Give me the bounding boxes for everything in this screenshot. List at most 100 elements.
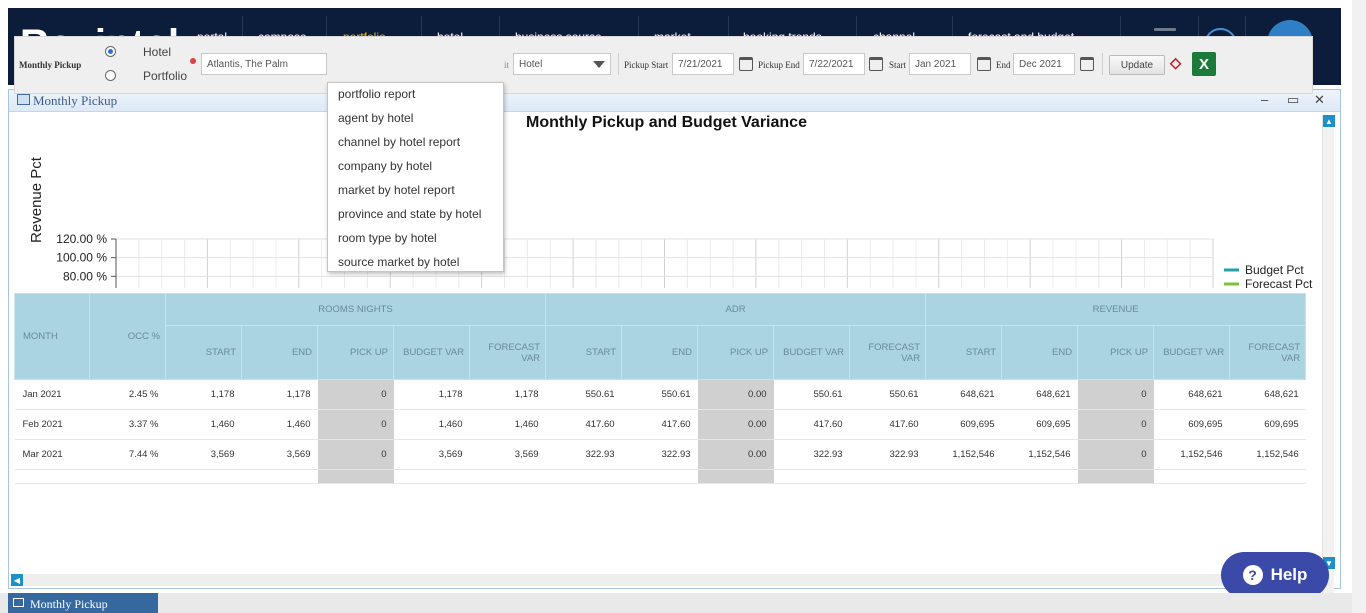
vertical-scrollbar[interactable]: ▲ ▼	[1322, 115, 1335, 593]
group-header: REVENUE	[925, 293, 1307, 326]
table-cell: 550.61	[621, 379, 698, 410]
table-cell: 322.93	[621, 439, 698, 470]
table-cell	[849, 469, 926, 484]
table-cell	[773, 469, 850, 484]
table-cell: 550.61	[545, 379, 622, 410]
table-cell	[697, 469, 774, 484]
column-header: PICK UP	[1077, 325, 1155, 380]
legend-label[interactable]: Forecast Pct	[1245, 277, 1313, 288]
table-cell: 1,152,546	[1229, 439, 1306, 470]
table-cell: 648,621	[925, 379, 1002, 410]
table-cell: 550.61	[773, 379, 850, 410]
table-cell: 648,621	[1229, 379, 1306, 410]
pickup-end-field[interactable]: 7/22/2021	[803, 53, 865, 75]
table-cell: 322.93	[849, 439, 926, 470]
scroll-left-icon[interactable]: ◀	[11, 574, 23, 586]
column-header: END	[241, 325, 318, 380]
menu-item-company-by-hotel[interactable]: company by hotel	[338, 159, 432, 173]
table-cell: 3,569	[393, 439, 470, 470]
menu-item-portfolio-report[interactable]: portfolio report	[338, 87, 415, 101]
menu-item-market-by-hotel-report[interactable]: market by hotel report	[338, 183, 455, 197]
page-scrollbar[interactable]	[1352, 0, 1366, 613]
column-header: END	[1001, 325, 1079, 380]
pdf-export-icon[interactable]: ⬦	[1170, 55, 1188, 75]
chart-title: Monthly Pickup and Budget Variance	[526, 114, 807, 131]
table-row[interactable]: Mar 2021 7.44 % 3,569 3,569 0 3,569 3,569 322.9…	[14, 439, 1306, 470]
taskbar: Monthly Pickup	[0, 593, 1366, 613]
report-label: Monthly Pickup	[19, 60, 82, 70]
y-tick-label: 80.00 %	[63, 269, 107, 283]
start-field[interactable]: Jan 2021	[909, 53, 971, 75]
column-header: START	[925, 325, 1003, 380]
table-cell: 322.93	[773, 439, 850, 470]
table-cell	[393, 469, 470, 484]
table-cell: 648,621	[1001, 379, 1078, 410]
table-cell: 1,152,546	[1001, 439, 1078, 470]
table-cell	[165, 469, 242, 484]
help-button[interactable]: ? Help	[1221, 552, 1329, 598]
pickup-table: MONTH OCC % ROOMS NIGHTS ADR REVENUE START END…	[14, 293, 1307, 484]
menu-item-source-market-by-hotel[interactable]: source market by hotel	[338, 255, 459, 269]
minimize-button[interactable]: –	[1261, 92, 1268, 107]
update-button[interactable]: Update	[1109, 55, 1165, 75]
calendar-icon[interactable]	[869, 57, 883, 71]
column-header: START	[165, 325, 242, 380]
menu-item-agent-by-hotel[interactable]: agent by hotel	[338, 111, 413, 125]
table-cell: 417.60	[545, 409, 622, 440]
table-cell	[14, 469, 90, 484]
table-row[interactable]: Feb 2021 3.37 % 1,460 1,460 0 1,460 1,460 417.6…	[14, 409, 1306, 440]
group-header: ROOMS NIGHTS	[164, 293, 547, 326]
calendar-icon[interactable]	[1080, 57, 1094, 71]
column-header: START	[545, 325, 623, 380]
radio-portfolio[interactable]	[105, 70, 116, 81]
table-cell	[1229, 469, 1306, 484]
chevron-down-icon[interactable]	[593, 61, 605, 68]
scroll-up-icon[interactable]: ▲	[1323, 115, 1335, 127]
legend-label[interactable]: Budget Pct	[1245, 263, 1304, 277]
table-cell: 0	[317, 379, 394, 410]
table-cell	[1153, 469, 1230, 484]
excel-export-icon[interactable]: X	[1192, 52, 1216, 76]
calendar-icon[interactable]	[739, 57, 753, 71]
end-field[interactable]: Dec 2021	[1013, 53, 1075, 75]
table-cell	[241, 469, 318, 484]
table-cell: 3,569	[469, 439, 546, 470]
table-cell: 550.61	[849, 379, 926, 410]
close-button[interactable]: ✕	[1314, 92, 1325, 108]
column-header: PICK UP	[317, 325, 394, 380]
table-cell: 0	[1077, 439, 1154, 470]
unit-label: it	[504, 60, 510, 70]
radio-hotel[interactable]	[105, 46, 116, 57]
calendar-icon[interactable]	[977, 57, 991, 71]
menu-item-province-and-state-by-hotel[interactable]: province and state by hotel	[338, 207, 481, 221]
pickup-start-field[interactable]: 7/21/2021	[672, 53, 734, 75]
table-cell: 417.60	[621, 409, 698, 440]
table-cell	[1001, 469, 1078, 484]
hotel-select[interactable]: Atlantis, The Palm	[201, 53, 327, 75]
table-cell: 1,460	[241, 409, 318, 440]
table-cell: 2.45 %	[89, 379, 166, 410]
table-cell: 0	[1077, 409, 1154, 440]
pickup-end-label: Pickup End	[758, 60, 800, 70]
end-label: End	[996, 60, 1011, 70]
start-label: Start	[889, 60, 906, 70]
column-header-month: MONTH	[14, 293, 90, 380]
table-cell: 0.00	[697, 409, 774, 440]
table-cell: 3.37 %	[89, 409, 166, 440]
divider	[618, 53, 619, 75]
maximize-button[interactable]: ▭	[1287, 92, 1299, 108]
table-cell: 1,460	[469, 409, 546, 440]
menu-item-channel-by-hotel-report[interactable]: channel by hotel report	[338, 135, 460, 149]
table-cell: Jan 2021	[14, 379, 90, 410]
taskbar-tab-monthly-pickup[interactable]: Monthly Pickup	[8, 593, 158, 613]
table-row[interactable]: Jan 2021 2.45 % 1,178 1,178 0 1,178 1,178 550.6…	[14, 379, 1306, 410]
menu-item-room-type-by-hotel[interactable]: room type by hotel	[338, 231, 437, 245]
table-cell	[89, 469, 166, 484]
required-indicator-icon	[190, 58, 196, 64]
radio-portfolio-label: Portfolio	[143, 69, 188, 83]
radio-hotel-label: Hotel	[143, 45, 172, 59]
monthly-pickup-chart: 0.00 %20.00 %40.00 %60.00 %80.00 %100.00…	[28, 156, 1313, 288]
table-cell: Feb 2021	[14, 409, 90, 440]
table-cell: Mar 2021	[14, 439, 90, 470]
horizontal-scrollbar[interactable]: ◀	[11, 574, 1330, 586]
